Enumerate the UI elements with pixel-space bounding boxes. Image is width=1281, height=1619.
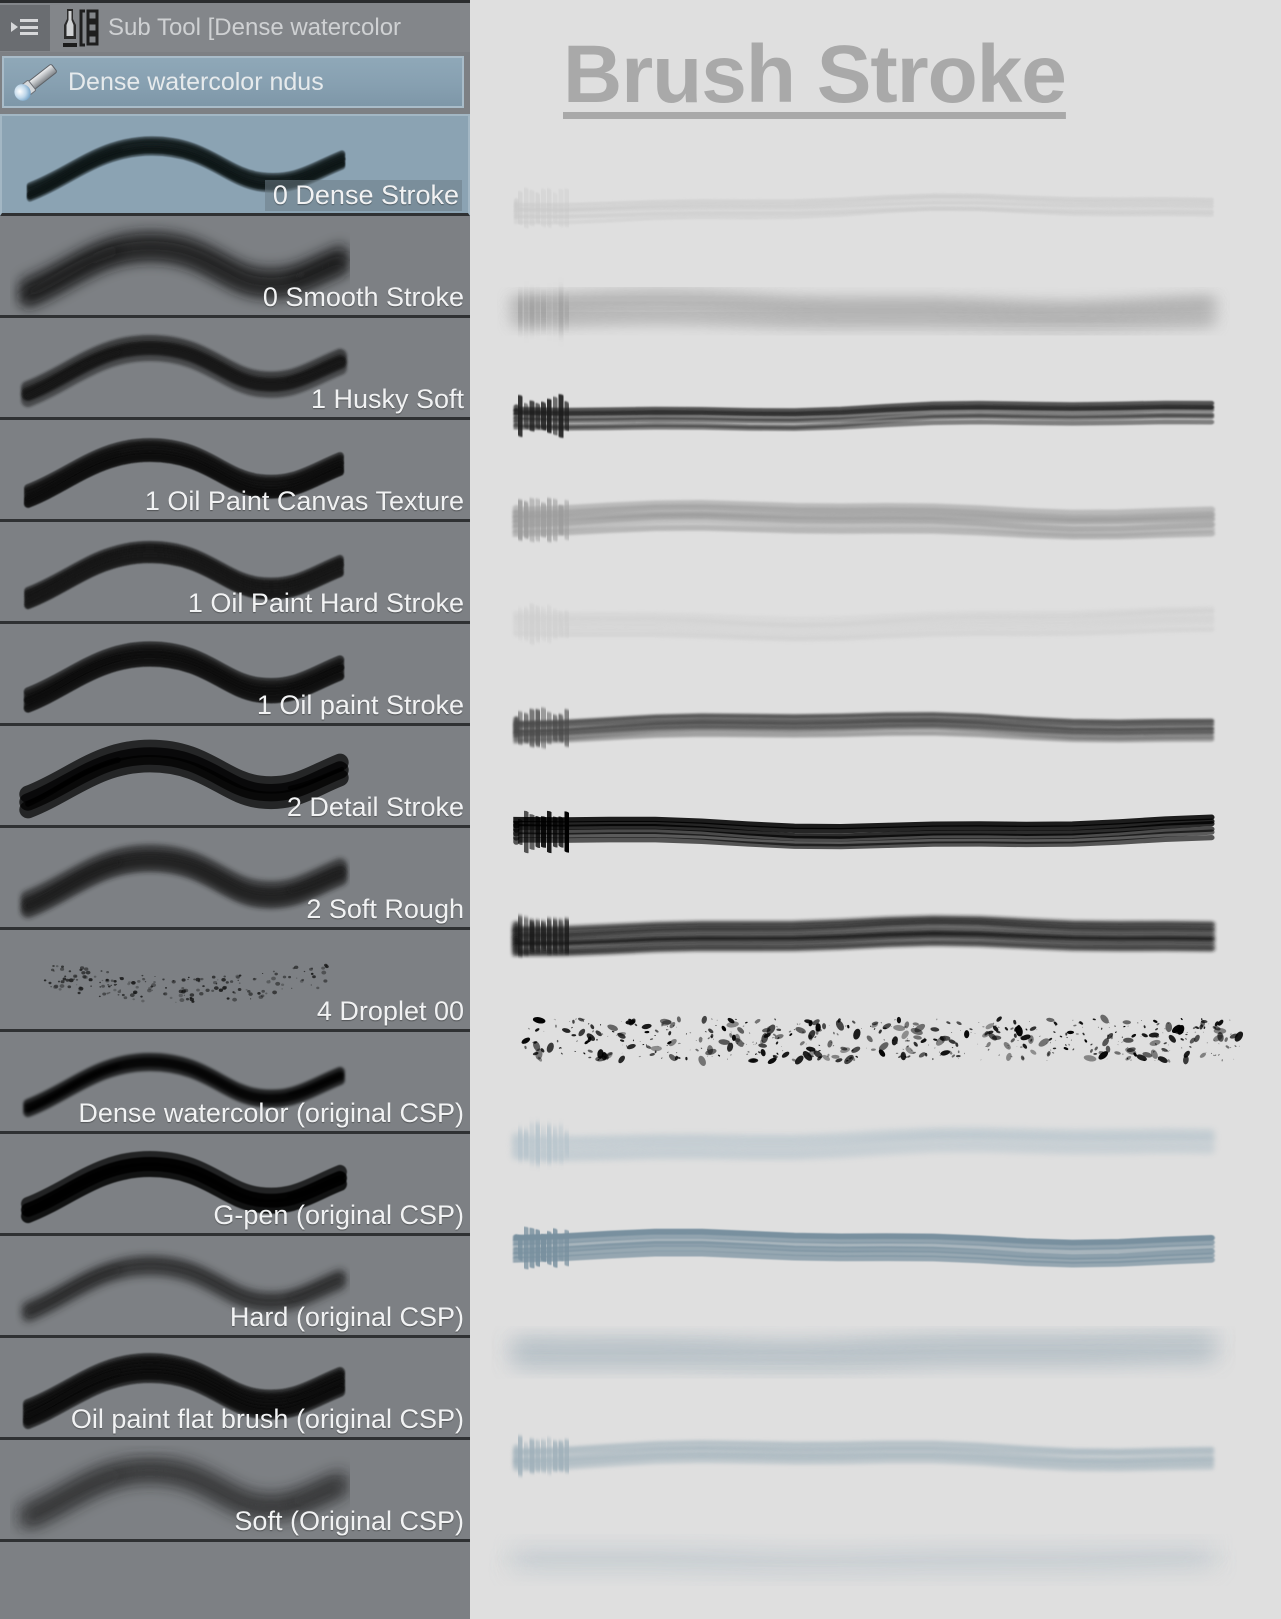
stroke-sample — [470, 1294, 1281, 1404]
brush-list-item[interactable]: 2 Soft Rough — [0, 828, 470, 930]
stroke-preview-canvas: Brush Stroke — [470, 0, 1281, 1619]
page-title: Brush Stroke — [563, 29, 1067, 120]
stroke-sample — [470, 774, 1281, 884]
subtool-palette-icon — [50, 5, 106, 51]
stroke-sample — [470, 1502, 1281, 1612]
brush-list-item-label: 0 Dense Stroke — [264, 180, 462, 211]
brush-list-item-label: G-pen (original CSP) — [213, 1200, 464, 1230]
stroke-sample — [470, 982, 1281, 1092]
brush-list-item[interactable]: Hard (original CSP) — [0, 1236, 470, 1338]
brush-list-item[interactable]: G-pen (original CSP) — [0, 1134, 470, 1236]
current-tool-label: Dense watercolor ndus — [68, 67, 324, 96]
panel-title: Sub Tool [Dense watercolor — [108, 13, 402, 41]
brush-list-item[interactable]: 0 Smooth Stroke — [0, 216, 470, 318]
brush-list-item-label: 1 Oil Paint Canvas Texture — [144, 486, 464, 516]
brush-list-item-label: 1 Oil paint Stroke — [256, 690, 464, 720]
brush-list-item[interactable]: 1 Husky Soft — [0, 318, 470, 420]
brush-list-item-label: Oil paint flat brush (original CSP) — [70, 1404, 464, 1434]
stroke-sample — [470, 1398, 1281, 1508]
brush-list-item-label: 4 Droplet 00 — [316, 996, 464, 1026]
stroke-sample — [470, 566, 1281, 676]
brush-list-item-label: 0 Smooth Stroke — [262, 282, 464, 312]
brush-list-item-label: 2 Detail Stroke — [286, 792, 464, 822]
stroke-sample — [470, 358, 1281, 468]
stroke-sample — [470, 1190, 1281, 1300]
subtool-sidebar: Sub Tool [Dense watercolor Dense waterco… — [0, 0, 470, 1619]
brush-list-item-label: 1 Oil Paint Hard Stroke — [187, 588, 464, 618]
brush-list-item-label: Hard (original CSP) — [229, 1302, 464, 1332]
brush-list-item[interactable]: 1 Oil paint Stroke — [0, 624, 470, 726]
brush-list-item-label: 2 Soft Rough — [306, 894, 464, 924]
brush-list[interactable]: 0 Dense Stroke 0 Smooth Stroke 1 Husky Sof… — [0, 114, 470, 1542]
brush-thumbnail — [10, 828, 350, 927]
brush-list-item[interactable]: Oil paint flat brush (original CSP) — [0, 1338, 470, 1440]
stroke-sample — [470, 150, 1281, 260]
brush-list-item-label: Soft (Original CSP) — [234, 1506, 464, 1536]
brush-list-item[interactable]: 1 Oil Paint Hard Stroke — [0, 522, 470, 624]
brush-list-item[interactable]: 4 Droplet 00 — [0, 930, 470, 1032]
stroke-sample — [470, 462, 1281, 572]
brush-thumbnail — [10, 318, 350, 417]
stroke-sample — [470, 1086, 1281, 1196]
brush-list-item-label: Dense watercolor (original CSP) — [78, 1098, 464, 1128]
brush-list-item[interactable]: 0 Dense Stroke — [0, 114, 470, 216]
stroke-sample — [470, 254, 1281, 364]
brush-list-item[interactable]: Dense watercolor (original CSP) — [0, 1032, 470, 1134]
brush-thumbnail — [10, 930, 350, 1029]
brush-list-item[interactable]: 2 Detail Stroke — [0, 726, 470, 828]
brush-list-item[interactable]: Soft (Original CSP) — [0, 1440, 470, 1542]
brush-list-item[interactable]: 1 Oil Paint Canvas Texture — [0, 420, 470, 522]
stroke-sample — [470, 878, 1281, 988]
subtool-panel-window: Sub Tool [Dense watercolor Dense waterco… — [0, 0, 1281, 1619]
current-tool-row[interactable]: Dense watercolor ndus — [2, 56, 464, 108]
brush-list-item-label: 1 Husky Soft — [310, 384, 464, 414]
stroke-sample — [470, 670, 1281, 780]
hamburger-menu-icon[interactable] — [0, 4, 50, 51]
panel-titlebar: Sub Tool [Dense watercolor — [0, 0, 470, 52]
hamburger-menu-glyph — [11, 18, 39, 37]
paint-brush-icon — [4, 61, 68, 103]
